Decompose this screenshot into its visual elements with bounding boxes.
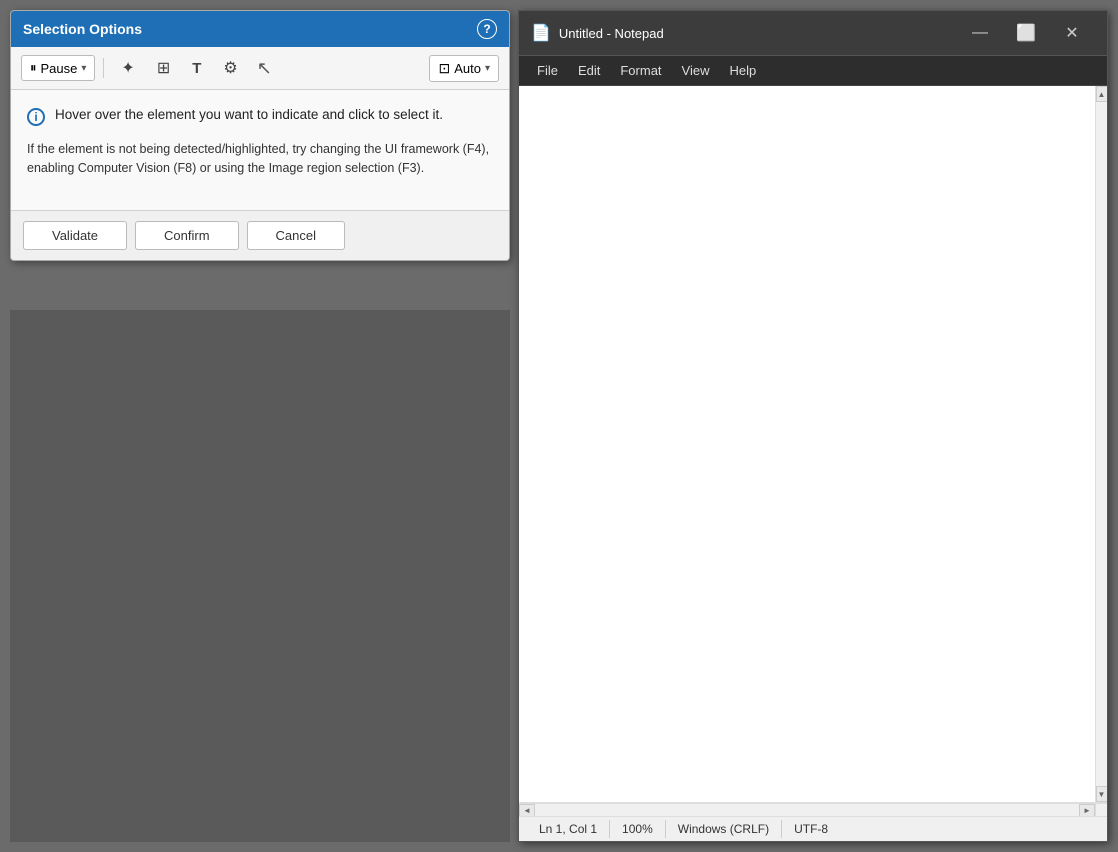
scroll-corner <box>1095 803 1107 817</box>
confirm-button[interactable]: Confirm <box>135 221 239 250</box>
notepad-title-left: 📄 Untitled - Notepad <box>531 23 664 43</box>
panel-content: i Hover over the element you want to ind… <box>11 90 509 210</box>
notepad-title-text: Untitled - Notepad <box>559 26 664 41</box>
cancel-button[interactable]: Cancel <box>247 221 345 250</box>
titlebar-controls: — ⬜ ✕ <box>957 18 1095 48</box>
panel-title: Selection Options <box>23 21 142 37</box>
menu-file[interactable]: File <box>527 59 568 82</box>
info-row: i Hover over the element you want to ind… <box>27 106 493 126</box>
toolbar-separator-1 <box>103 58 104 78</box>
auto-label: Auto <box>454 61 481 76</box>
auto-dropdown-arrow: ▾ <box>485 63 490 74</box>
spark-icon: ✦ <box>121 58 134 78</box>
horizontal-scrollbar-row: ◄ ► <box>519 802 1107 816</box>
notepad-statusbar: Ln 1, Col 1 100% Windows (CRLF) UTF-8 <box>519 816 1107 841</box>
close-button[interactable]: ✕ <box>1049 18 1095 48</box>
image-icon: ⊞ <box>157 58 170 78</box>
cursor-indicator: ↖ <box>251 58 278 79</box>
settings-icon: ⚙ <box>223 58 237 78</box>
notepad-menubar: File Edit Format View Help <box>519 56 1107 86</box>
panel-footer: Validate Confirm Cancel <box>11 210 509 260</box>
hint-text: If the element is not being detected/hig… <box>27 140 493 178</box>
help-button[interactable]: ? <box>477 19 497 39</box>
status-encoding: UTF-8 <box>782 820 840 838</box>
panel-titlebar: Selection Options ? <box>11 11 509 47</box>
validate-button[interactable]: Validate <box>23 221 127 250</box>
notepad-icon: 📄 <box>531 23 551 43</box>
text-selection-button[interactable]: T <box>183 55 210 82</box>
vertical-scrollbar[interactable]: ▲ ▼ <box>1095 86 1107 802</box>
overlay-area <box>10 310 510 842</box>
status-position: Ln 1, Col 1 <box>527 820 610 838</box>
status-zoom: 100% <box>610 820 666 838</box>
pause-button[interactable]: ⏸ Pause ▾ <box>21 55 95 81</box>
horizontal-scrollbar[interactable]: ◄ ► <box>519 803 1095 817</box>
menu-edit[interactable]: Edit <box>568 59 610 82</box>
pause-label: Pause <box>41 61 78 76</box>
notepad-titlebar: 📄 Untitled - Notepad — ⬜ ✕ <box>519 11 1107 56</box>
status-line-ending: Windows (CRLF) <box>666 820 782 838</box>
selection-options-panel: Selection Options ? ⏸ Pause ▾ ✦ ⊞ T ⚙ ↖ <box>10 10 510 261</box>
settings-button[interactable]: ⚙ <box>214 53 246 83</box>
scroll-track-v[interactable] <box>1096 102 1107 786</box>
menu-view[interactable]: View <box>672 59 720 82</box>
scroll-down-arrow[interactable]: ▼ <box>1096 786 1108 802</box>
pause-icon: ⏸ <box>30 60 37 76</box>
auto-select-icon: ⊡ <box>438 60 450 77</box>
notepad-window: 📄 Untitled - Notepad — ⬜ ✕ File Edit For… <box>518 10 1108 842</box>
pause-dropdown-arrow: ▾ <box>81 63 86 74</box>
minimize-button[interactable]: — <box>957 18 1003 48</box>
menu-format[interactable]: Format <box>610 59 671 82</box>
info-icon: i <box>27 108 45 126</box>
notepad-editor[interactable] <box>519 86 1095 802</box>
auto-button[interactable]: ⊡ Auto ▾ <box>429 55 499 82</box>
text-icon: T <box>192 60 201 77</box>
element-picker-button[interactable]: ✦ <box>112 53 143 83</box>
panel-toolbar: ⏸ Pause ▾ ✦ ⊞ T ⚙ ↖ ⊡ Auto ▾ <box>11 47 509 90</box>
restore-button[interactable]: ⬜ <box>1003 18 1049 48</box>
info-title: Hover over the element you want to indic… <box>55 106 443 125</box>
notepad-editor-area: ▲ ▼ <box>519 86 1107 802</box>
scroll-up-arrow[interactable]: ▲ <box>1096 86 1108 102</box>
menu-help[interactable]: Help <box>719 59 766 82</box>
image-region-button[interactable]: ⊞ <box>148 53 179 83</box>
